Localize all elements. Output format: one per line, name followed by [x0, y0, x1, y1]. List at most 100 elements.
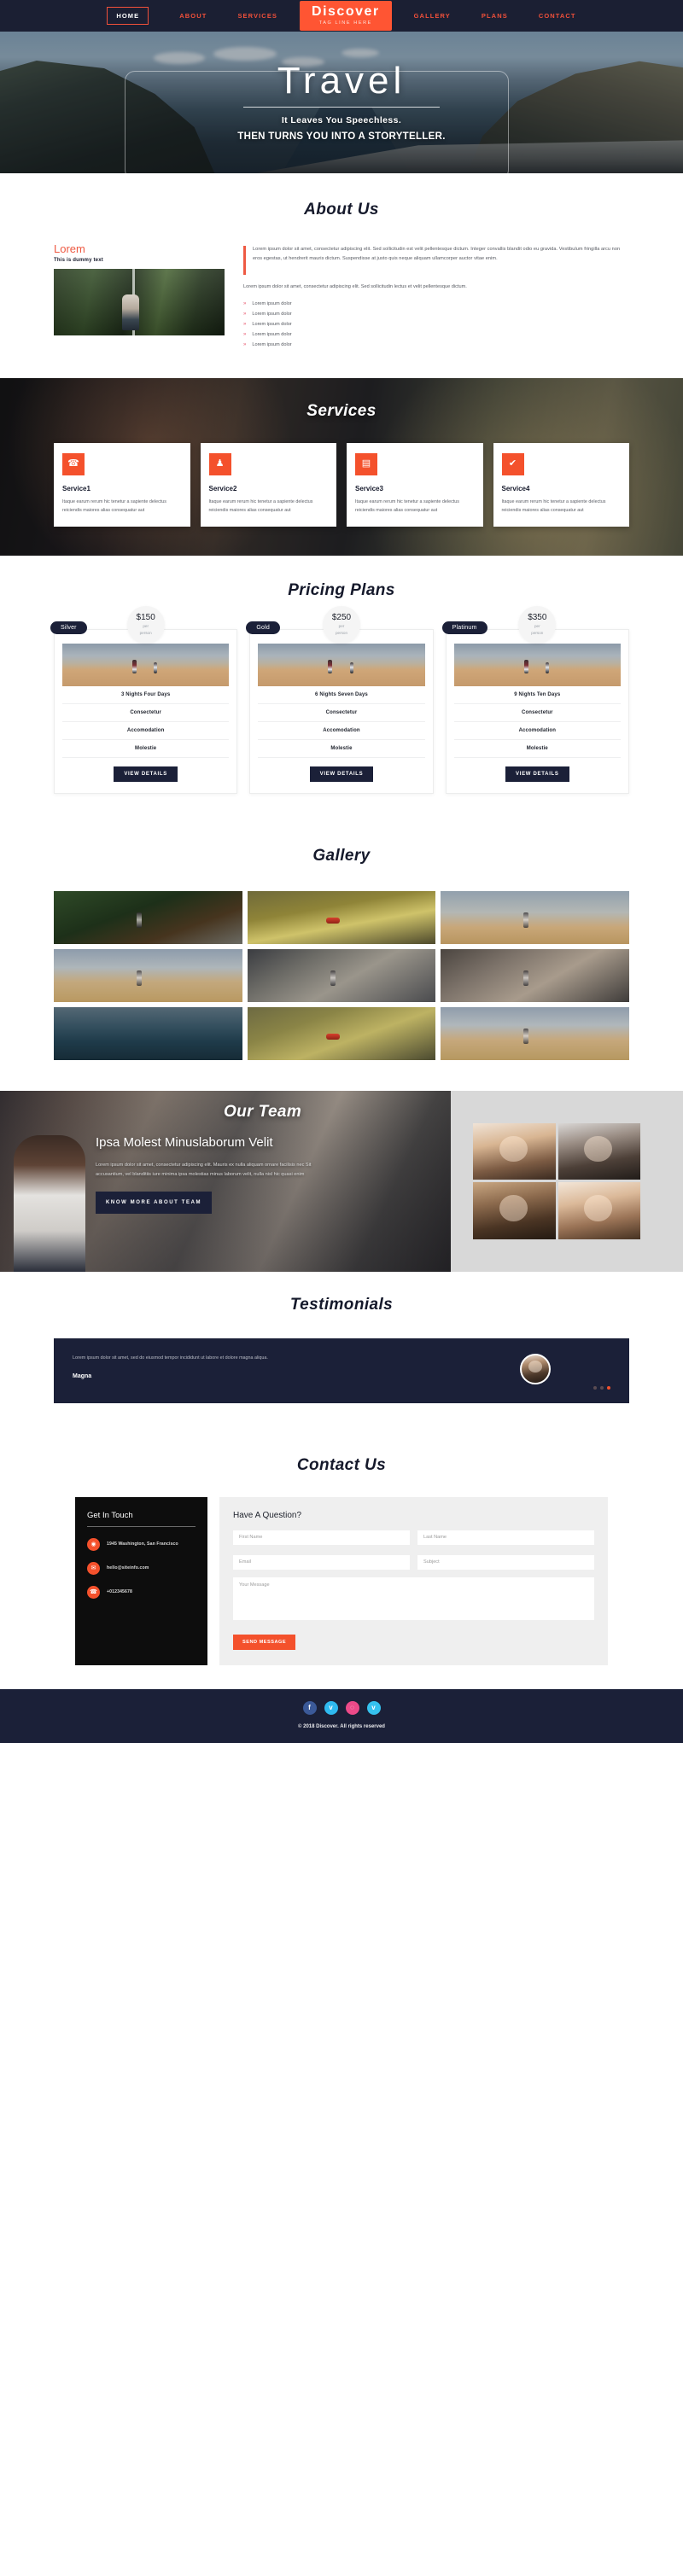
- team-section: Our Team Ipsa Molest Minuslaborum Velit …: [0, 1090, 683, 1272]
- nav-item-gallery[interactable]: GALLERY: [414, 12, 451, 20]
- send-message-button[interactable]: SEND MESSAGE: [233, 1634, 296, 1650]
- about-list-label: Lorem ipsum dolor: [252, 311, 292, 317]
- plan-price-bubble: $250 per person: [322, 605, 360, 644]
- nav-item-home[interactable]: HOME: [107, 7, 149, 25]
- first-name-field[interactable]: [233, 1530, 410, 1545]
- list-item: » Lorem ipsum dolor: [243, 332, 629, 337]
- page-root: HOME ABOUT SERVICES Discover TAG LINE HE…: [0, 0, 683, 1743]
- service-card[interactable]: ✔ Service4 Itaque earum rerum hic tenetu…: [493, 442, 629, 527]
- contact-grid: Get In Touch ◉ 1945 Washington, San Fran…: [0, 1496, 683, 1665]
- about-forest-image: [54, 269, 225, 336]
- service-card-description: Itaque earum rerum hic tenetur a sapient…: [355, 498, 459, 513]
- plan-body: 9 Nights Ten Days Consectetur Accomodati…: [445, 628, 629, 794]
- plan-feature: Accomodation: [258, 722, 425, 740]
- nav-item-plans[interactable]: PLANS: [482, 12, 508, 20]
- form-row-email-subject: [233, 1554, 594, 1570]
- services-card-grid: ☎ Service1 Itaque earum rerum hic tenetu…: [0, 442, 683, 527]
- view-details-button[interactable]: VIEW DETAILS: [505, 766, 569, 782]
- dribbble-icon[interactable]: ◌: [345, 1700, 359, 1715]
- message-field[interactable]: [233, 1576, 594, 1620]
- double-chevron-icon: »: [243, 311, 247, 317]
- service-card[interactable]: ▤ Service3 Itaque earum rerum hic tenetu…: [347, 442, 483, 527]
- social-links: f ᴠ ◌ v: [0, 1700, 683, 1715]
- team-photo-4[interactable]: [557, 1182, 640, 1239]
- team-paragraph: Lorem ipsum dolor sit amet, consectetur …: [96, 1162, 312, 1177]
- list-item: » Lorem ipsum dolor: [243, 312, 629, 317]
- twitter-icon[interactable]: ᴠ: [324, 1700, 338, 1715]
- view-details-button[interactable]: VIEW DETAILS: [309, 766, 374, 782]
- avatar: [520, 1353, 551, 1384]
- plan-button-wrap: VIEW DETAILS: [447, 758, 628, 793]
- view-details-button[interactable]: VIEW DETAILS: [114, 766, 178, 782]
- form-row-names: [233, 1530, 594, 1545]
- team-photo-2[interactable]: [557, 1122, 640, 1180]
- testimonial-card: Lorem ipsum dolor sit amet, sed do eiusm…: [54, 1338, 629, 1403]
- pricing-card-platinum: Platinum $350 per person 9 Nights Ten Da…: [441, 605, 629, 794]
- service-card[interactable]: ☎ Service1 Itaque earum rerum hic tenetu…: [54, 442, 190, 527]
- service-card-title: Service1: [62, 484, 90, 492]
- plan-button-wrap: VIEW DETAILS: [250, 758, 432, 793]
- service-card-description: Itaque earum rerum hic tenetur a sapient…: [208, 498, 313, 513]
- contact-info-row: ✉ hello@siteinfo.com: [87, 1561, 196, 1575]
- about-lorem-subtitle: This is dummy text: [54, 258, 103, 264]
- site-logo[interactable]: Discover TAG LINE HERE: [300, 1, 392, 31]
- plan-price-unit-line1: per: [143, 623, 149, 628]
- carousel-dot[interactable]: [600, 1385, 604, 1390]
- gallery-image-2[interactable]: [247, 890, 436, 944]
- team-heading: Our Team: [224, 1102, 302, 1121]
- nav-links-left: HOME ABOUT SERVICES: [107, 7, 277, 25]
- list-item: » Lorem ipsum dolor: [243, 322, 629, 327]
- get-in-touch-title: Get In Touch: [87, 1510, 133, 1520]
- plan-beach-image: [453, 643, 621, 686]
- subject-field[interactable]: [417, 1554, 594, 1570]
- plan-feature: Accomodation: [62, 722, 230, 740]
- team-photo-3[interactable]: [473, 1182, 556, 1239]
- gallery-image-9[interactable]: [441, 1006, 629, 1060]
- nav-item-services[interactable]: SERVICES: [237, 12, 277, 20]
- about-list-label: Lorem ipsum dolor: [252, 341, 292, 347]
- nav-item-contact[interactable]: CONTACT: [539, 12, 576, 20]
- envelope-icon: ✉: [87, 1561, 100, 1575]
- pricing-card-grid: Silver $150 per person 3 Nights Four Day…: [0, 605, 683, 794]
- gallery-image-7[interactable]: [54, 1006, 242, 1060]
- plan-feature: 3 Nights Four Days: [62, 686, 230, 704]
- location-pin-icon: ◉: [87, 1537, 100, 1551]
- gallery-grid: [0, 890, 683, 1060]
- gallery-image-3[interactable]: [441, 890, 629, 944]
- plan-feature: Accomodation: [453, 722, 621, 740]
- vimeo-icon[interactable]: v: [366, 1700, 381, 1715]
- gallery-image-4[interactable]: [54, 948, 242, 1002]
- service-card-title: Service4: [501, 484, 530, 492]
- site-footer: f ᴠ ◌ v © 2018 Discover. All rights rese…: [0, 1688, 683, 1743]
- contact-form: Have A Question? SEND MESSAGE: [219, 1496, 608, 1665]
- email-field[interactable]: [233, 1554, 410, 1570]
- id-card-icon: ▤: [355, 452, 377, 475]
- hero-banner: Travel It Leaves You Speechless. THEN TU…: [0, 32, 683, 173]
- team-photo-1[interactable]: [473, 1122, 556, 1180]
- about-content-grid: Lorem This is dummy text Lorem ipsum dol…: [0, 242, 683, 353]
- know-more-about-team-button[interactable]: KNOW MORE ABOUT TEAM: [96, 1192, 213, 1215]
- plan-feature: Molestie: [453, 740, 621, 758]
- gallery-image-1[interactable]: [54, 890, 242, 944]
- service-card[interactable]: ♟ Service2 Itaque earum rerum hic tenetu…: [200, 442, 336, 527]
- plan-feature: Molestie: [62, 740, 230, 758]
- plan-price-unit-line1: per: [338, 623, 345, 628]
- contact-section: Contact Us Get In Touch ◉ 1945 Washingto…: [0, 1433, 683, 1689]
- carousel-dot[interactable]: [593, 1385, 597, 1390]
- plan-price-bubble: $350 per person: [518, 605, 557, 644]
- check-icon: ✔: [501, 452, 524, 475]
- get-in-touch-panel: Get In Touch ◉ 1945 Washington, San Fran…: [75, 1496, 207, 1665]
- plan-badge: Silver: [50, 621, 87, 634]
- plan-feature: 6 Nights Seven Days: [258, 686, 425, 704]
- last-name-field[interactable]: [417, 1530, 594, 1545]
- gallery-image-5[interactable]: [247, 948, 436, 1002]
- facebook-icon[interactable]: f: [302, 1700, 317, 1715]
- double-chevron-icon: »: [243, 331, 247, 337]
- nav-item-about[interactable]: ABOUT: [179, 12, 207, 20]
- team-text-block: Ipsa Molest Minuslaborum Velit Lorem ips…: [96, 1135, 326, 1215]
- gallery-image-8[interactable]: [247, 1006, 436, 1060]
- carousel-dot-active[interactable]: [607, 1385, 610, 1390]
- gallery-image-6[interactable]: [441, 948, 629, 1002]
- logo-name: Discover: [312, 4, 380, 20]
- about-left-column: Lorem This is dummy text: [54, 242, 225, 353]
